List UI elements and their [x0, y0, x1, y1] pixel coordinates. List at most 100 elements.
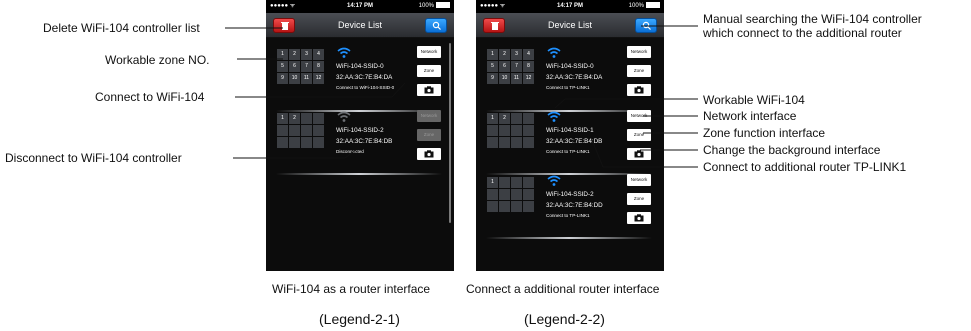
zone-cell — [523, 113, 534, 124]
zone-cell[interactable]: 1 — [277, 49, 288, 60]
zone-cell[interactable]: 3 — [301, 49, 312, 60]
zone-cell[interactable]: 2 — [289, 49, 300, 60]
zone-button[interactable]: Zone — [627, 65, 651, 77]
device-card[interactable]: 1 2 3 4 5 6 7 8 9 10 11 12 WiFi-104-SSID… — [272, 43, 446, 109]
zone-cell[interactable]: 4 — [523, 49, 534, 60]
zone-cell[interactable]: 8 — [313, 61, 324, 72]
zone-cell[interactable]: 6 — [499, 61, 510, 72]
camera-icon — [634, 150, 644, 158]
zone-cell[interactable]: 4 — [313, 49, 324, 60]
zone-cell[interactable]: 5 — [277, 61, 288, 72]
zone-button[interactable]: Zone — [627, 129, 651, 141]
annotation-manual-search-line2: which connect to the additional router — [703, 26, 902, 40]
zone-button[interactable]: Zone — [417, 129, 441, 141]
annotation-connect-wifi104: Connect to WiFi-104 — [95, 90, 205, 104]
background-button[interactable] — [627, 212, 651, 224]
zone-cell — [313, 113, 324, 124]
zone-cell[interactable]: 1 — [487, 113, 498, 124]
device-name: WiFi-104-SSID-0 — [336, 63, 384, 70]
zone-cell — [499, 125, 510, 136]
zone-cell[interactable]: 12 — [313, 73, 324, 84]
connection-status: Connect to TP-LINK1 — [546, 213, 590, 218]
legend-2-2: (Legend-2-2) — [524, 311, 605, 327]
device-name: WiFi-104-SSID-2 — [546, 191, 594, 198]
zone-cell — [511, 189, 522, 200]
annotation-zone-interface: Zone function interface — [703, 126, 826, 140]
search-button[interactable] — [425, 18, 447, 33]
device-card[interactable]: 1 2 3 4 5 6 7 8 9 10 11 12 WiFi-104-SSID… — [482, 43, 656, 109]
zone-cell[interactable]: 1 — [277, 113, 288, 124]
zone-button[interactable]: Zone — [627, 193, 651, 205]
zone-grid: 1 2 — [487, 113, 534, 148]
search-button[interactable] — [635, 18, 657, 33]
legend-2-1: (Legend-2-1) — [319, 311, 400, 327]
network-button[interactable]: Network — [627, 46, 651, 58]
background-button[interactable] — [627, 148, 651, 160]
search-icon — [432, 21, 441, 30]
device-list: 1 2 3 4 5 6 7 8 9 10 11 12 WiFi-104-SSID… — [476, 39, 664, 271]
zone-cell — [301, 137, 312, 148]
annotation-manual-search: Manual searching the WiFi-104 controller… — [703, 12, 922, 40]
zone-cell — [301, 113, 312, 124]
zone-cell[interactable]: 10 — [289, 73, 300, 84]
zone-cell[interactable]: 8 — [523, 61, 534, 72]
connection-status: Connect to TP-LINK1 — [546, 149, 590, 154]
zone-cell — [523, 137, 534, 148]
zone-grid: 1 2 3 4 5 6 7 8 9 10 11 12 — [277, 49, 324, 84]
network-button[interactable]: Network — [417, 110, 441, 122]
zone-cell[interactable]: 3 — [511, 49, 522, 60]
zone-cell[interactable]: 1 — [487, 177, 498, 188]
zone-cell[interactable]: 2 — [289, 113, 300, 124]
nav-bar: Device List — [476, 13, 664, 38]
zone-cell[interactable]: 10 — [499, 73, 510, 84]
zone-cell[interactable]: 9 — [487, 73, 498, 84]
zone-cell[interactable]: 6 — [289, 61, 300, 72]
zone-cell[interactable]: 7 — [301, 61, 312, 72]
zone-cell — [511, 201, 522, 212]
background-button[interactable] — [417, 84, 441, 96]
background-button[interactable] — [627, 84, 651, 96]
zone-cell[interactable]: 7 — [511, 61, 522, 72]
zone-cell[interactable]: 1 — [487, 49, 498, 60]
device-card[interactable]: 1 WiFi-104-SSID-2 32:AA:3C:7E:B4:DD Conn… — [482, 171, 656, 237]
zone-cell[interactable]: 11 — [301, 73, 312, 84]
wifi-icon — [547, 111, 561, 122]
annotation-additional-router: Connect to additional router TP-LINK1 — [703, 160, 907, 174]
device-card[interactable]: 1 2 WiFi-104-SSID-2 32:AA:3C:7E:B4:DB Di… — [272, 107, 446, 173]
zone-grid: 1 2 — [277, 113, 324, 148]
zone-cell[interactable]: 5 — [487, 61, 498, 72]
battery-indicator: 100% — [629, 0, 660, 13]
zone-cell — [523, 189, 534, 200]
device-list: 1 2 3 4 5 6 7 8 9 10 11 12 WiFi-104-SSID… — [266, 39, 454, 271]
zone-cell[interactable]: 2 — [499, 49, 510, 60]
device-name: WiFi-104-SSID-2 — [336, 127, 384, 134]
zone-cell — [523, 125, 534, 136]
annotation-workable-wifi: Workable WiFi-104 — [703, 93, 805, 107]
zone-cell[interactable]: 12 — [523, 73, 534, 84]
zone-cell[interactable]: 9 — [277, 73, 288, 84]
status-bar: ●●●●● ᯤ 14:17 PM 100% — [266, 0, 454, 13]
network-button[interactable]: Network — [627, 110, 651, 122]
device-name: WiFi-104-SSID-1 — [546, 127, 594, 134]
network-button[interactable]: Network — [417, 46, 441, 58]
status-bar: ●●●●● ᯤ 14:17 PM 100% — [476, 0, 664, 13]
zone-cell — [499, 177, 510, 188]
zone-button[interactable]: Zone — [417, 65, 441, 77]
annotation-disconnect: Disconnect to WiFi-104 controller — [5, 151, 182, 165]
zone-cell[interactable]: 11 — [511, 73, 522, 84]
zone-grid: 1 — [487, 177, 534, 212]
zone-cell — [499, 137, 510, 148]
zone-cell — [487, 137, 498, 148]
device-card[interactable]: 1 2 WiFi-104-SSID-1 32:AA:3C:7E:B4:DB Co… — [482, 107, 656, 173]
scrollbar[interactable] — [449, 43, 451, 223]
annotation-zone-number: Workable zone NO. — [105, 53, 210, 67]
zone-cell[interactable]: 2 — [499, 113, 510, 124]
zone-cell — [487, 189, 498, 200]
zone-cell — [499, 189, 510, 200]
battery-icon — [646, 2, 660, 9]
wifi-icon — [547, 175, 561, 186]
battery-percent: 100% — [418, 3, 434, 9]
annotation-manual-search-line1: Manual searching the WiFi-104 controller — [703, 12, 922, 26]
network-button[interactable]: Network — [627, 174, 651, 186]
background-button[interactable] — [417, 148, 441, 160]
